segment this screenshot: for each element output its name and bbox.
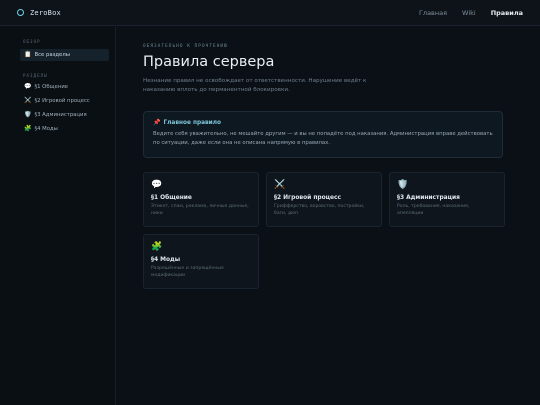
card-description: Роль, требования, наказания, апелляции — [397, 204, 470, 216]
callout-heading: 📌 Главное правило — [153, 119, 493, 126]
main-nav: Главная Wiki Правила — [404, 0, 523, 26]
callout-title: Главное правило — [163, 119, 221, 126]
section-cards: 💬 §1 Общение Этикет, спам, реклама, личн… — [143, 172, 505, 289]
card-description: Разрешённые и запрещённые модификации — [151, 266, 224, 278]
crossed-swords-icon: ⚔️ — [24, 96, 32, 104]
nav-link-rules[interactable]: Правила — [491, 9, 523, 17]
main-content: Обязательно к прочтению Правила сервера … — [143, 44, 505, 289]
puzzle-icon: 🧩 — [24, 124, 32, 132]
sidebar-item-gameplay[interactable]: ⚔️ §2 Игровой процесс — [20, 95, 109, 106]
card-title: §3 Администрация — [397, 195, 460, 201]
sidebar-item-all-sections[interactable]: 📋 Все разделы — [20, 49, 109, 61]
sidebar: Обзор 📋 Все разделы Разделы 💬 §1 Общение… — [0, 27, 116, 405]
section-card-gameplay[interactable]: ⚔️ §2 Игровой процесс Грифферство, воров… — [266, 172, 382, 227]
eyebrow-label: Обязательно к прочтению — [143, 44, 228, 49]
sidebar-item-label: Все разделы — [34, 52, 70, 58]
section-card-administration[interactable]: 🛡️ §3 Администрация Роль, требования, на… — [389, 172, 505, 227]
page-lead: Незнание правил не освобождает от ответс… — [143, 78, 367, 93]
speech-bubble-icon: 💬 — [24, 82, 32, 90]
sidebar-item-mods[interactable]: 🧩 §4 Моды — [20, 123, 109, 134]
card-description: Этикет, спам, реклама, личные данные, ни… — [151, 204, 249, 216]
sidebar-item-administration[interactable]: 🛡️ §3 Администрация — [20, 109, 109, 120]
logo[interactable]: ZeroBox — [17, 9, 61, 17]
card-description: Грифферство, воровство, постройки, баги,… — [274, 204, 365, 216]
card-title: §4 Моды — [151, 257, 181, 263]
sidebar-item-label: §1 Общение — [34, 83, 69, 90]
card-title: §1 Общение — [151, 195, 192, 201]
section-card-mods[interactable]: 🧩 §4 Моды Разрешённые и запрещённые моди… — [143, 234, 259, 289]
logo-ring-icon — [17, 9, 24, 16]
top-navbar: ZeroBox Главная Wiki Правила — [0, 0, 540, 26]
main-rule-callout: 📌 Главное правило Ведите себя уважительн… — [143, 111, 503, 158]
callout-text: Ведите себя уважительно, не мешайте друг… — [153, 131, 493, 146]
section-card-communication[interactable]: 💬 §1 Общение Этикет, спам, реклама, личн… — [143, 172, 259, 227]
card-title: §2 Игровой процесс — [274, 195, 341, 201]
sidebar-item-label: §4 Моды — [34, 125, 58, 132]
shield-icon: 🛡️ — [24, 110, 32, 118]
sidebar-item-label: §3 Администрация — [34, 111, 87, 118]
pushpin-icon: 📌 — [153, 119, 161, 126]
nav-link-home[interactable]: Главная — [419, 9, 447, 17]
puzzle-icon: 🧩 — [151, 242, 163, 252]
page-title: Правила сервера — [143, 54, 275, 70]
crossed-swords-icon: ⚔️ — [274, 180, 286, 190]
sidebar-heading-overview: Обзор — [23, 39, 41, 44]
nav-link-wiki[interactable]: Wiki — [462, 9, 476, 17]
speech-bubble-icon: 💬 — [151, 180, 163, 190]
sidebar-item-communication[interactable]: 💬 §1 Общение — [20, 81, 109, 92]
shield-icon: 🛡️ — [397, 180, 409, 190]
logo-text: ZeroBox — [30, 8, 61, 17]
clipboard-icon: 📋 — [24, 51, 32, 58]
sidebar-item-label: §2 Игровой процесс — [34, 97, 90, 104]
sidebar-heading-sections: Разделы — [23, 73, 48, 78]
